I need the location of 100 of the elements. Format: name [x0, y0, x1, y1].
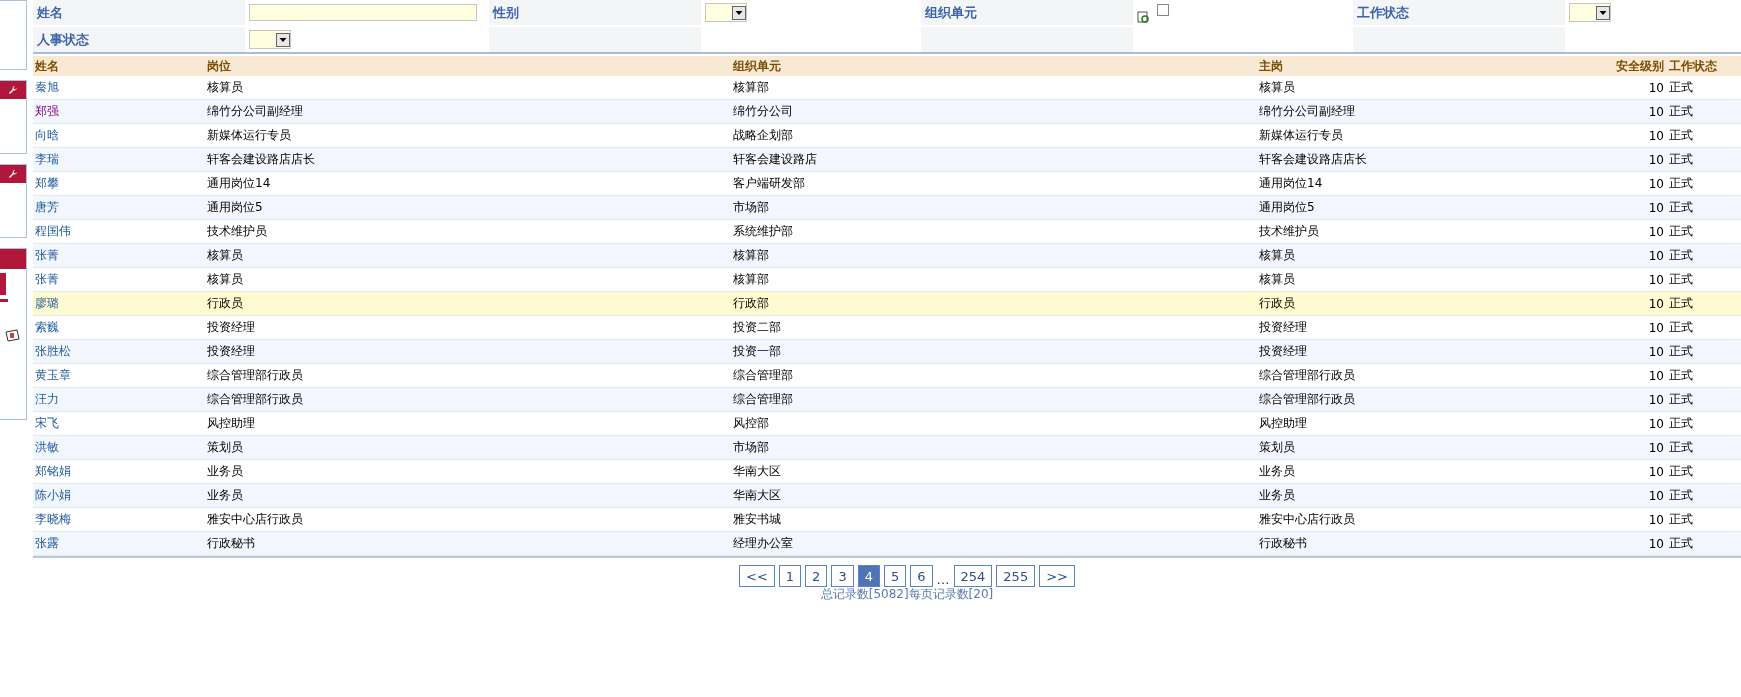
table-cell-text: 绵竹分公司副经理 — [1258, 103, 1356, 120]
table-cell-text: 10 — [1647, 104, 1665, 119]
table-row[interactable]: 张菁 核算员 核算部 核算员 10 正式 — [33, 244, 1741, 268]
table-cell-text: 系统维护部 — [732, 223, 794, 240]
wrench-icon[interactable] — [8, 85, 18, 95]
filter-label: 人事状态 — [33, 27, 245, 52]
name-link[interactable]: 李瑞 — [33, 151, 205, 168]
status-dropdown[interactable] — [249, 30, 291, 49]
table-cell-text: 综合管理部 — [732, 367, 794, 384]
caret-icon[interactable] — [1596, 5, 1610, 20]
column-header: 姓名 — [34, 57, 60, 75]
table-cell-text: 行政秘书 — [206, 535, 256, 552]
table-cell-text: 雅安书城 — [732, 511, 782, 528]
table-cell-text: 正式 — [1668, 463, 1694, 480]
column-header: 工作状态 — [1668, 57, 1718, 75]
table-cell-text: 10 — [1647, 320, 1665, 335]
name-link[interactable]: 唐芳 — [33, 199, 205, 216]
table-cell-text: 核算员 — [206, 79, 244, 96]
page-button[interactable]: 3 — [831, 565, 854, 587]
name-link[interactable]: 廖璐 — [33, 295, 205, 312]
table-row[interactable]: 张胜松 投资经理 投资一部 投资经理 10 正式 — [33, 340, 1741, 364]
name-link[interactable]: 程国伟 — [33, 223, 205, 240]
table-row[interactable]: 唐芳 通用岗位5 市场部 通用岗位5 10 正式 — [33, 196, 1741, 220]
name-link[interactable]: 张菁 — [33, 271, 205, 288]
table-cell-text: 策划员 — [206, 439, 244, 456]
table-cell-text: 10 — [1647, 200, 1665, 215]
table-row[interactable]: 廖璐 行政员 行政部 行政员 10 正式 — [33, 292, 1741, 316]
page-button[interactable]: << — [739, 565, 775, 587]
table-row[interactable]: 张露 行政秘书 经理办公室 行政秘书 10 正式 — [33, 532, 1741, 556]
page-button[interactable]: 255 — [996, 565, 1036, 587]
caret-icon[interactable] — [732, 5, 746, 20]
table-cell-text: 经理办公室 — [732, 535, 794, 552]
name-link[interactable]: 张菁 — [33, 247, 205, 264]
table-cell-text: 正式 — [1668, 295, 1694, 312]
table-cell-text: 雅安中心店行政员 — [206, 511, 304, 528]
table-cell-text: 10 — [1647, 464, 1665, 479]
table-row[interactable]: 李瑞 轩客会建设路店店长 轩客会建设路店 轩客会建设路店店长 10 正式 — [33, 148, 1741, 172]
table-cell-text: 新媒体运行专员 — [206, 127, 292, 144]
table-row[interactable]: 汪力 综合管理部行政员 综合管理部 综合管理部行政员 10 正式 — [33, 388, 1741, 412]
caret-icon[interactable] — [276, 32, 290, 47]
column-header: 岗位 — [206, 57, 232, 75]
table-cell-text: 业务员 — [1258, 487, 1296, 504]
name-link[interactable]: 汪力 — [33, 391, 205, 408]
table-cell-text: 正式 — [1668, 319, 1694, 336]
name-link[interactable]: 黄玉章 — [33, 367, 205, 384]
table-cell-text: 核算员 — [1258, 79, 1296, 96]
table-cell-text: 正式 — [1668, 487, 1694, 504]
table-cell-text: 策划员 — [1258, 439, 1296, 456]
name-link[interactable]: 张胜松 — [33, 343, 205, 360]
page-button[interactable]: 6 — [910, 565, 933, 587]
page-button[interactable]: 5 — [883, 565, 907, 587]
table-cell-text: 行政员 — [206, 295, 244, 312]
table-row[interactable]: 洪敏 策划员 市场部 策划员 10 正式 — [33, 436, 1741, 460]
checkbox[interactable] — [1157, 4, 1169, 16]
filter-label: 姓名 — [33, 0, 245, 25]
table-cell-text: 综合管理部行政员 — [1258, 391, 1356, 408]
name-link[interactable]: 郑强 — [33, 103, 205, 120]
table-cell-text: 核算部 — [732, 79, 770, 96]
table-cell-text: 业务员 — [1258, 463, 1296, 480]
status-dropdown[interactable] — [705, 3, 747, 22]
table-cell-text: 投资经理 — [1258, 319, 1308, 336]
name-link[interactable]: 向晗 — [33, 127, 205, 144]
filter-label: 组织单元 — [921, 0, 1133, 25]
table-cell-text: 业务员 — [206, 463, 244, 480]
name-field[interactable] — [249, 4, 477, 21]
name-link[interactable]: 索巍 — [33, 319, 205, 336]
table-cell-text: 10 — [1647, 224, 1665, 239]
table-cell-text: 轩客会建设路店 — [732, 151, 818, 168]
table-cell-text: 投资经理 — [206, 343, 256, 360]
table-cell-text: 10 — [1647, 392, 1665, 407]
table-row[interactable]: 郑强 绵竹分公司副经理 绵竹分公司 绵竹分公司副经理 10 正式 — [33, 100, 1741, 124]
page-button[interactable]: 254 — [953, 565, 993, 587]
name-link[interactable]: 张露 — [33, 535, 205, 552]
table-cell-text: 通用岗位5 — [1258, 199, 1316, 216]
table-cell-text: 10 — [1647, 296, 1665, 311]
wrench-icon[interactable] — [8, 169, 18, 179]
page-button[interactable]: >> — [1039, 565, 1075, 587]
table-cell-text: 投资一部 — [732, 343, 782, 360]
table-cell-text: 正式 — [1668, 535, 1694, 552]
table-cell-text: 核算员 — [206, 247, 244, 264]
table-row[interactable]: 陈小娟 业务员 华南大区 业务员 10 正式 — [33, 484, 1741, 508]
page-button[interactable]: 2 — [805, 565, 828, 587]
name-link[interactable]: 秦旭 — [33, 79, 205, 96]
table-cell-text: 10 — [1647, 176, 1665, 191]
name-link[interactable]: 李晓梅 — [33, 511, 205, 528]
table-cell-text: 投资二部 — [732, 319, 782, 336]
status-dropdown[interactable] — [1569, 3, 1611, 22]
table-cell-text: 10 — [1647, 272, 1665, 287]
page-button[interactable]: 1 — [778, 565, 802, 587]
table-cell-text: 绵竹分公司副经理 — [206, 103, 304, 120]
note-icon[interactable] — [4, 329, 20, 343]
page-button[interactable]: 4 — [857, 565, 880, 587]
table-cell-text: 正式 — [1668, 511, 1694, 528]
column-header: 安全级别 — [1615, 57, 1665, 75]
name-link[interactable]: 郑铭娟 — [33, 463, 205, 480]
name-link[interactable]: 洪敏 — [33, 439, 205, 456]
name-link[interactable]: 郑攀 — [33, 175, 205, 192]
name-link[interactable]: 陈小娟 — [33, 487, 205, 504]
name-link[interactable]: 宋飞 — [33, 415, 205, 432]
table-cell-text: 正式 — [1668, 199, 1694, 216]
